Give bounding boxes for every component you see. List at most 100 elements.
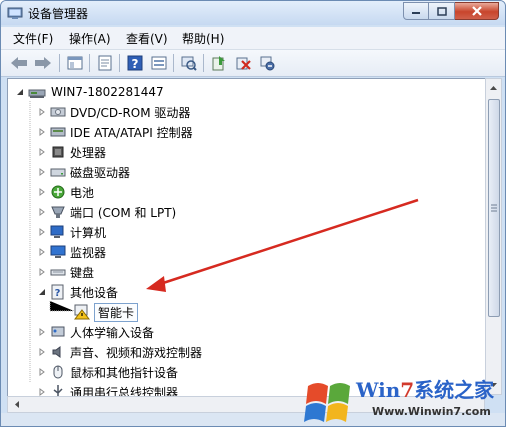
expand-icon — [39, 328, 45, 336]
menu-file[interactable]: 文件(F) — [13, 30, 53, 47]
vertical-scroll-thumb[interactable] — [488, 99, 500, 317]
tree-item-label: 计算机 — [70, 225, 107, 240]
warning-device-icon — [74, 304, 90, 320]
tree-item-label: 其他设备 — [70, 285, 119, 300]
forward-button[interactable] — [33, 53, 53, 73]
minimize-button[interactable] — [403, 2, 429, 20]
close-icon — [471, 6, 482, 16]
tree-item-label: 电池 — [70, 185, 95, 200]
tree-category-item[interactable]: 计算机 — [38, 222, 106, 242]
view-button[interactable] — [149, 53, 169, 73]
help-icon: ? — [127, 55, 143, 71]
tree-category-item[interactable]: 人体学输入设备 — [38, 322, 154, 342]
grip-icon — [491, 204, 497, 212]
keyboard-icon — [50, 269, 66, 276]
tree-category-item[interactable]: ? 其他设备 — [38, 282, 118, 302]
menu-action[interactable]: 操作(A) — [69, 30, 111, 47]
uninstall-button[interactable] — [233, 53, 253, 73]
device-tree[interactable]: WIN7-1802281447 DVD/CD-ROM 驱动器 IDE ATA/AT… — [7, 78, 487, 397]
tree-category-item[interactable]: 声音、视频和游戏控制器 — [38, 342, 202, 362]
watermark-url: Www.Winwin7.com — [372, 405, 491, 418]
uninstall-icon — [236, 57, 251, 70]
tree-category-item[interactable]: 键盘 — [38, 262, 94, 282]
tree-category-item[interactable]: IDE ATA/ATAPI 控制器 — [38, 122, 193, 142]
close-button[interactable] — [455, 2, 499, 20]
vertical-scrollbar[interactable] — [485, 78, 502, 395]
title-bar: 设备管理器 — [1, 1, 505, 25]
expand-icon — [39, 368, 45, 376]
tree-item-label: 人体学输入设备 — [70, 325, 155, 340]
update-driver-icon — [212, 56, 225, 71]
tree-category-item[interactable]: 鼠标和其他指针设备 — [38, 362, 178, 382]
window-title: 设备管理器 — [28, 7, 89, 21]
menu-view[interactable]: 查看(V) — [126, 30, 168, 47]
tree-category-item[interactable]: 端口 (COM 和 LPT) — [38, 202, 176, 222]
tree-item-label: 处理器 — [70, 145, 107, 160]
show-hide-tree-icon — [67, 56, 83, 70]
tree-item-label: 监视器 — [70, 245, 107, 260]
expand-icon — [39, 168, 45, 176]
view-icon — [151, 56, 167, 70]
forward-arrow-icon — [35, 57, 51, 69]
maximize-button[interactable] — [429, 2, 455, 20]
tree-item-label: 端口 (COM 和 LPT) — [70, 205, 177, 220]
tree-item-label: 通用串行总线控制器 — [70, 385, 179, 397]
tree-item-label: 键盘 — [70, 265, 95, 280]
tree-item-label: IDE ATA/ATAPI 控制器 — [70, 125, 193, 140]
svg-text:?: ? — [55, 288, 61, 299]
tree-category-item[interactable]: 通用串行总线控制器 — [38, 382, 179, 397]
device-manager-window: 设备管理器 文件(F) 操作(A) 查看(V) 帮助(H) ? WIN7-180… — [0, 0, 506, 427]
menu-bar: 文件(F) 操作(A) 查看(V) 帮助(H) — [1, 27, 505, 50]
hid-icon — [51, 326, 65, 337]
tree-item-label: 声音、视频和游戏控制器 — [70, 345, 203, 360]
expand-icon — [39, 268, 45, 276]
tree-category-item[interactable]: 处理器 — [38, 142, 106, 162]
properties-button[interactable] — [95, 53, 115, 73]
expand-icon — [39, 128, 45, 136]
show-hide-tree-button[interactable] — [65, 53, 85, 73]
scroll-left-icon[interactable] — [10, 397, 24, 412]
tree-item-label: 磁盘驱动器 — [70, 165, 131, 180]
sound-icon — [52, 346, 61, 358]
disable-device-button[interactable] — [257, 53, 277, 73]
dvd-drive-icon — [50, 107, 66, 117]
device-manager-icon — [7, 7, 23, 19]
properties-icon — [98, 55, 112, 71]
expand-icon — [39, 348, 45, 356]
menu-help[interactable]: 帮助(H) — [182, 30, 224, 47]
collapse-icon — [39, 289, 45, 295]
tree-category-item[interactable]: 电池 — [38, 182, 94, 202]
tree-category-item[interactable]: DVD/CD-ROM 驱动器 — [38, 102, 190, 122]
expand-icon — [39, 108, 45, 116]
disk-drive-icon — [50, 168, 66, 177]
watermark-brand: Win7系统之家 — [356, 378, 495, 402]
tree-child-item[interactable]: 智能卡 — [74, 302, 139, 322]
scroll-up-icon[interactable] — [486, 81, 501, 95]
back-button[interactable] — [9, 53, 29, 73]
tree-item-label: DVD/CD-ROM 驱动器 — [70, 105, 191, 120]
expand-icon — [39, 228, 45, 236]
tree-category-item[interactable]: 监视器 — [38, 242, 106, 262]
help-button[interactable]: ? — [125, 53, 145, 73]
back-arrow-icon — [11, 57, 27, 69]
expand-icon — [39, 148, 45, 156]
port-icon — [51, 206, 65, 218]
unknown-device-icon: ? — [51, 284, 64, 300]
expand-icon — [39, 388, 45, 396]
monitor-icon — [50, 245, 66, 258]
scan-hardware-icon — [181, 56, 197, 71]
mouse-icon — [53, 365, 63, 379]
maximize-icon — [436, 6, 447, 16]
disable-device-icon — [260, 56, 275, 71]
expand-icon — [39, 188, 45, 196]
tree-item-label: 智能卡 — [94, 302, 139, 322]
toolbar: ? — [1, 50, 505, 77]
expand-icon — [39, 208, 45, 216]
minimize-icon — [412, 12, 420, 14]
computer-icon — [50, 225, 64, 238]
scan-hardware-button[interactable] — [179, 53, 199, 73]
processor-icon — [52, 146, 64, 158]
update-driver-button[interactable] — [209, 53, 229, 73]
tree-category-item[interactable]: 磁盘驱动器 — [38, 162, 130, 182]
svg-text:?: ? — [132, 57, 139, 71]
